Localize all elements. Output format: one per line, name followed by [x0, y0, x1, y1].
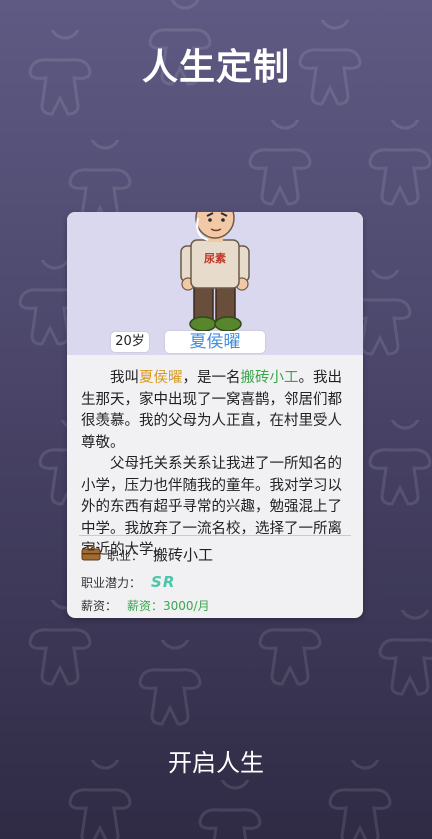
- character-portrait: 尿素 20岁 夏侯曜: [67, 212, 363, 355]
- life-story-text: 我叫夏侯曜，是一名搬砖小工。我出生那天，家中出现了一窝喜鹊，邻居们都很羡慕。我的…: [81, 368, 351, 562]
- age-badge: 20岁: [111, 332, 149, 352]
- job-row: 职业： 搬砖小工: [81, 543, 213, 567]
- start-life-button[interactable]: 开启人生: [116, 740, 316, 786]
- shirt-text: 尿素: [204, 251, 226, 265]
- job-label: 职业：: [107, 549, 144, 563]
- potential-label: 职业潜力：: [81, 576, 142, 590]
- divider: [79, 535, 351, 536]
- gingerbread-icon: [368, 420, 432, 506]
- story-job-highlight: 搬砖小工: [240, 370, 299, 386]
- rarity-badge: SR: [151, 573, 176, 591]
- character-card: 尿素 20岁 夏侯曜 我叫夏侯曜，是一名搬砖小工。我出生那天，家中出现了一窝喜鹊…: [67, 212, 363, 618]
- gingerbread-icon: [248, 120, 312, 206]
- gingerbread-icon: [368, 120, 432, 206]
- job-value: 搬砖小工: [153, 546, 214, 564]
- story-paragraph-1: 我叫夏侯曜，是一名搬砖小工。我出生那天，家中出现了一窝喜鹊，邻居们都很羡慕。我的…: [81, 370, 342, 451]
- salary-value: 薪资：3000/月: [127, 599, 210, 613]
- potential-row: 职业潜力： SR: [81, 573, 175, 591]
- briefcase-icon: [81, 544, 101, 569]
- gingerbread-icon: [198, 780, 262, 839]
- story-name-highlight: 夏侯曜: [139, 370, 183, 386]
- salary-label: 薪资：: [81, 599, 118, 613]
- gingerbread-icon: [378, 610, 432, 696]
- gingerbread-icon: [138, 640, 202, 726]
- character-name: 夏侯曜: [165, 331, 265, 353]
- page-title: 人生定制: [141, 47, 290, 88]
- gingerbread-icon: [328, 760, 392, 839]
- salary-row: 薪资： 薪资：3000/月: [81, 597, 210, 614]
